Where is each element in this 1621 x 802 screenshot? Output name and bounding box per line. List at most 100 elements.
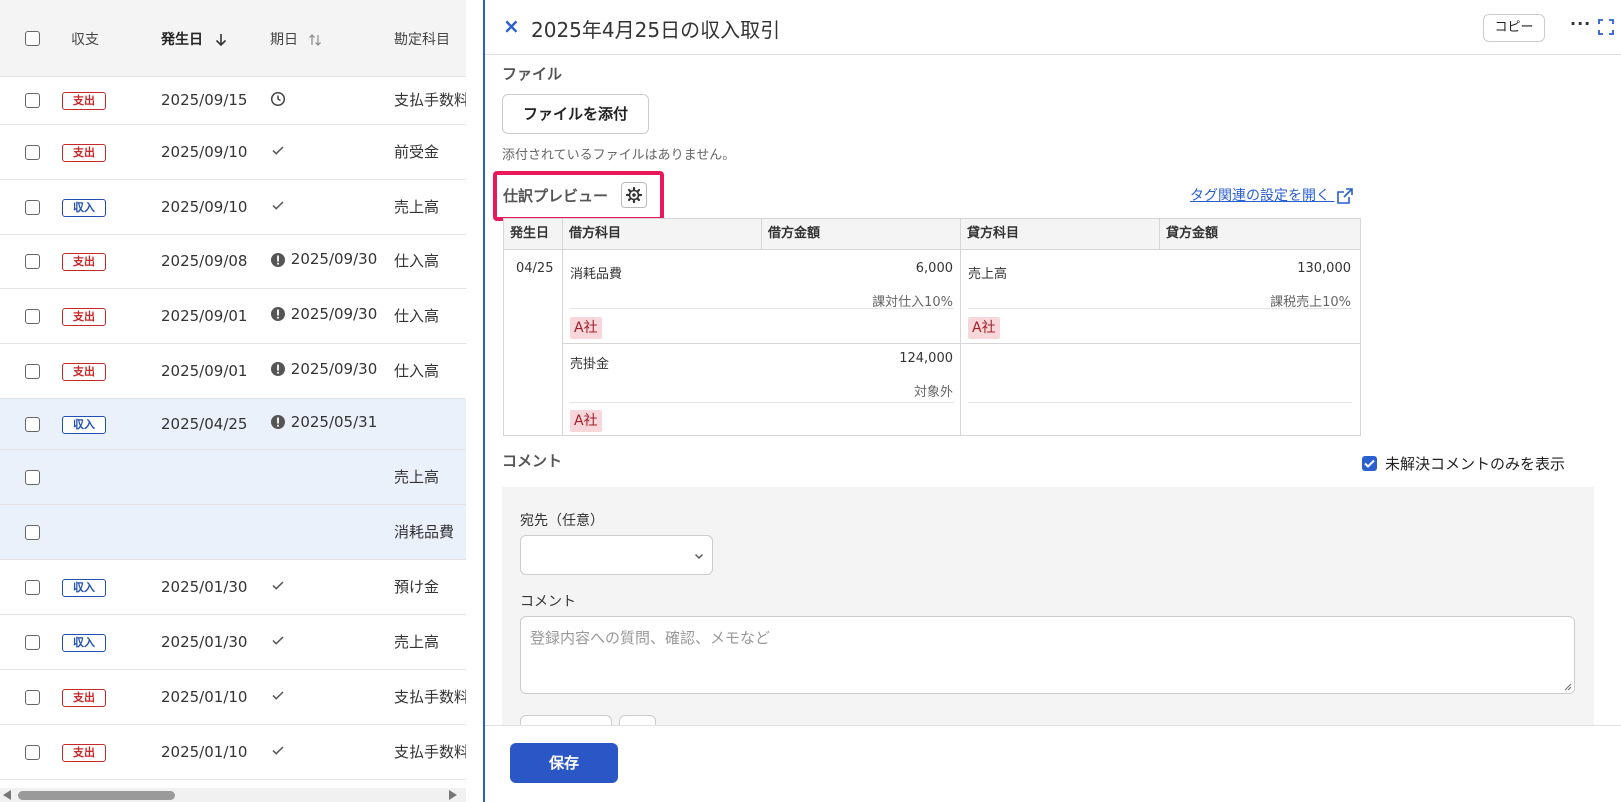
header-due-date[interactable]: 期日 <box>270 29 322 49</box>
debit1-account: 消耗品費 <box>570 267 623 282</box>
table-row[interactable]: 支出 2025/09/15 支払手数料 <box>0 77 466 125</box>
due-date <box>270 196 286 214</box>
table-row[interactable]: 支出 2025/01/10 支払手数料 <box>0 725 466 780</box>
check-icon <box>272 746 284 755</box>
occurrence-date: 2025/09/10 <box>161 197 248 216</box>
sort-icon <box>309 34 322 46</box>
copy-button[interactable]: コピー <box>1483 14 1545 42</box>
header-occurrence-date[interactable]: 発生日 <box>161 29 228 49</box>
scroll-right-arrow[interactable] <box>449 790 457 800</box>
table-row[interactable]: 収入 2025/04/25 2025/05/31 <box>0 399 466 450</box>
row-checkbox[interactable] <box>25 744 40 760</box>
debit2-tax: 対象外 <box>913 385 953 400</box>
journal-preview-heading: 仕訳プレビュー <box>503 187 609 205</box>
close-icon[interactable]: × <box>503 14 520 38</box>
table-row[interactable]: 収入 2025/01/30 預け金 <box>0 560 466 615</box>
occurrence-date: 2025/09/01 <box>161 361 248 380</box>
tag-settings-link[interactable]: タグ関連の設定を開く <box>1190 185 1354 205</box>
comment-placeholder: 登録内容への質問、確認、メモなど <box>530 629 771 647</box>
header-account[interactable]: 勘定科目 <box>394 29 450 49</box>
due-date <box>270 631 286 649</box>
resize-handle-icon[interactable] <box>1562 681 1572 691</box>
table-row[interactable]: 支出 2025/09/01 2025/09/30 仕入高 <box>0 289 466 344</box>
debit2-account: 売掛金 <box>570 357 610 372</box>
due-date: 2025/09/30 <box>270 360 377 378</box>
recipient-select[interactable] <box>520 535 713 575</box>
account-name: 売上高 <box>394 197 440 216</box>
attach-file-button[interactable]: ファイルを添付 <box>502 94 649 134</box>
sort-desc-icon <box>215 34 226 47</box>
row-checkbox[interactable] <box>25 634 40 650</box>
due-date-text: 2025/09/30 <box>290 359 378 378</box>
credit1-tag: A社 <box>968 317 1000 339</box>
due-date: 2025/05/31 <box>270 413 377 431</box>
due-date <box>270 141 286 159</box>
row-checkbox[interactable] <box>25 524 40 540</box>
files-heading: ファイル <box>502 65 563 83</box>
occurrence-date: 2025/09/10 <box>161 142 248 161</box>
due-date <box>270 576 286 594</box>
account-name: 支払手数料 <box>394 687 466 706</box>
account-name: 預け金 <box>394 577 440 596</box>
check-icon <box>1364 459 1375 468</box>
row-checkbox[interactable] <box>25 363 40 379</box>
row-checkbox[interactable] <box>25 469 40 485</box>
select-all-checkbox[interactable] <box>25 31 40 46</box>
type-badge: 支出 <box>62 92 106 110</box>
row-checkbox[interactable] <box>25 689 40 705</box>
account-name: 売上高 <box>394 467 440 486</box>
row-checkbox[interactable] <box>25 254 40 269</box>
transaction-detail-panel: × 2025年4月25日の収入取引 コピー ··· ファイル ファイルを添付 添… <box>483 0 1621 802</box>
type-badge: 収入 <box>62 415 106 434</box>
debit1-amount: 6,000 <box>915 261 953 276</box>
alert-icon <box>271 415 285 429</box>
type-badge: 収入 <box>62 578 106 597</box>
due-date <box>270 89 286 107</box>
row-checkbox[interactable] <box>25 416 40 432</box>
occurrence-date: 2025/01/10 <box>161 687 248 706</box>
col-credit-account: 貸方科目 <box>961 219 1160 250</box>
credit1-amount: 130,000 <box>1297 261 1351 276</box>
account-name: 支払手数料 <box>394 91 466 109</box>
table-row[interactable]: 売上高 <box>0 450 466 505</box>
comment-heading: コメント <box>502 452 563 470</box>
row-checkbox[interactable] <box>25 579 40 595</box>
horizontal-scroll-thumb[interactable] <box>18 791 175 800</box>
occurrence-date: 2025/09/01 <box>161 306 248 325</box>
type-badge: 支出 <box>62 307 106 326</box>
unresolved-only-checkbox[interactable] <box>1362 456 1377 471</box>
occurrence-date: 2025/01/30 <box>161 632 248 651</box>
col-credit-amount: 貸方金額 <box>1160 219 1360 250</box>
check-icon <box>272 691 284 700</box>
account-name: 消耗品費 <box>394 522 455 541</box>
type-badge: 支出 <box>62 743 106 762</box>
type-badge: 収入 <box>62 198 106 217</box>
row-checkbox[interactable] <box>25 144 40 160</box>
check-icon <box>272 201 284 210</box>
due-date-text: 2025/09/30 <box>290 250 378 268</box>
table-row[interactable]: 消耗品費 <box>0 505 466 560</box>
check-icon <box>272 636 284 645</box>
row-checkbox[interactable] <box>25 308 40 324</box>
row-checkbox[interactable] <box>25 93 40 108</box>
due-date: 2025/09/30 <box>270 250 377 268</box>
external-link-icon <box>1337 188 1354 204</box>
header-type[interactable]: 収支 <box>71 29 99 49</box>
expand-icon[interactable] <box>1598 19 1614 35</box>
due-date-text: 2025/09/30 <box>290 304 378 323</box>
col-debit-amount: 借方金額 <box>762 219 961 250</box>
table-row[interactable]: 収入 2025/01/30 売上高 <box>0 615 466 670</box>
chevron-down-icon <box>695 554 703 559</box>
table-row[interactable]: 支出 2025/09/08 2025/09/30 仕入高 <box>0 235 466 289</box>
row-checkbox[interactable] <box>25 199 40 215</box>
more-options-icon[interactable]: ··· <box>1570 14 1591 33</box>
table-row[interactable]: 収入 2025/09/10 売上高 <box>0 180 466 235</box>
table-row[interactable]: 支出 2025/01/10 支払手数料 <box>0 670 466 725</box>
table-row[interactable]: 支出 2025/09/01 2025/09/30 仕入高 <box>0 344 466 399</box>
scroll-left-arrow[interactable] <box>3 790 11 800</box>
due-date-text: 2025/05/31 <box>290 412 378 431</box>
save-button[interactable]: 保存 <box>510 743 618 783</box>
journal-settings-button[interactable] <box>621 182 647 208</box>
table-row[interactable]: 支出 2025/09/10 前受金 <box>0 125 466 180</box>
panel-title: 2025年4月25日の収入取引 <box>531 18 781 42</box>
